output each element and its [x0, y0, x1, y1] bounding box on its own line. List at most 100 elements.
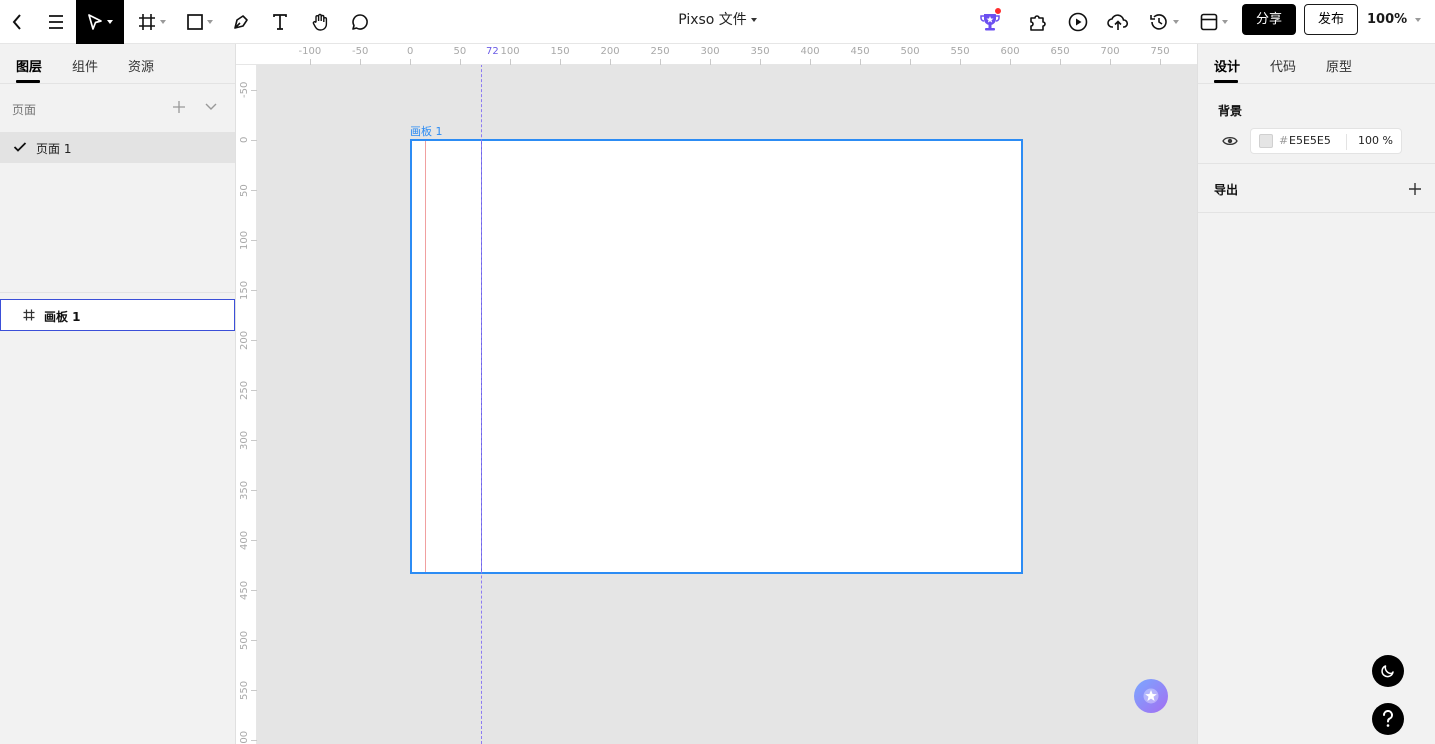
share-button[interactable]: 分享	[1242, 4, 1296, 35]
vertical-ruler[interactable]: -50 0 50 100 150 200 250 300 350 400 450 500 550 600	[236, 65, 257, 744]
ruler-tick-label: 100	[500, 46, 520, 57]
help-button[interactable]	[1372, 703, 1404, 735]
upload-button[interactable]	[1104, 0, 1132, 44]
document-title[interactable]: Pixso 文件	[678, 12, 747, 28]
back-button[interactable]	[4, 0, 30, 44]
add-page-icon[interactable]	[171, 99, 187, 115]
ruler-tick-label: 150	[550, 46, 570, 57]
checkmark-icon	[13, 142, 27, 152]
field-separator	[1346, 134, 1347, 150]
notification-dot	[994, 7, 1002, 15]
ruler-tick-label: 450	[239, 580, 250, 600]
play-icon	[1068, 12, 1088, 32]
page-item[interactable]: 页面 1	[0, 132, 235, 163]
comment-icon	[352, 14, 368, 30]
hand-tool-button[interactable]	[306, 0, 334, 44]
ruler-tick-label: 450	[850, 46, 870, 57]
ruler-tick-label: 550	[239, 680, 250, 700]
chevron-down-icon[interactable]	[750, 18, 757, 22]
tab-code[interactable]: 代码	[1270, 56, 1296, 75]
zoom-level[interactable]: 100%	[1367, 0, 1407, 40]
opacity-value[interactable]: 100 %	[1358, 134, 1393, 147]
ruler-tick-label: 150	[239, 280, 250, 300]
hex-value[interactable]: E5E5E5	[1289, 134, 1331, 147]
tab-design[interactable]: 设计	[1214, 56, 1240, 75]
ruler-tick-label: 0	[239, 136, 250, 143]
layout-icon	[1200, 13, 1218, 31]
plugins-button[interactable]	[1024, 0, 1052, 44]
layer-item-label: 画板 1	[44, 310, 81, 324]
add-export-icon[interactable]	[1408, 182, 1422, 196]
present-button[interactable]	[1064, 0, 1092, 44]
top-toolbar: Pixso 文件 分享 发布 100%	[0, 0, 1435, 44]
comment-tool-button[interactable]	[346, 0, 374, 44]
pixso-app: Pixso 文件 分享 发布 100% 图层 组件 资源 页面 页面 1 画板 …	[0, 0, 1435, 744]
ruler-tick-label: 250	[650, 46, 670, 57]
frame-icon	[139, 14, 155, 30]
ruler-tick-label: 500	[239, 630, 250, 650]
ruler-tick-label: 700	[1100, 46, 1120, 57]
chevron-down-icon[interactable]	[1415, 18, 1421, 22]
move-tool-button[interactable]	[76, 0, 124, 44]
chevron-down-icon	[107, 20, 113, 24]
pen-tool-button[interactable]	[228, 0, 254, 44]
tab-assets[interactable]: 资源	[128, 56, 154, 75]
ai-assistant-button[interactable]	[1134, 679, 1168, 713]
ruler-tick-label: 500	[900, 46, 920, 57]
active-tab-indicator	[16, 80, 40, 83]
shape-tool-button[interactable]	[182, 0, 218, 44]
question-mark-icon	[1383, 710, 1393, 727]
publish-button[interactable]: 发布	[1304, 4, 1358, 35]
frame-tool-button[interactable]	[134, 0, 170, 44]
panel-divider	[0, 292, 235, 293]
ruler-tick-label: -100	[298, 46, 322, 57]
color-swatch[interactable]	[1259, 134, 1273, 148]
chevron-left-icon	[12, 14, 21, 30]
right-panel-tabs: 设计 代码 原型	[1198, 44, 1435, 84]
chevron-down-icon	[1222, 20, 1228, 24]
history-button[interactable]	[1146, 0, 1182, 44]
artboard-frame[interactable]	[410, 139, 1023, 574]
guide-position-label: 72	[486, 46, 499, 57]
tab-prototype[interactable]: 原型	[1326, 56, 1352, 75]
trophy-button[interactable]	[976, 0, 1004, 44]
layout-button[interactable]	[1196, 0, 1232, 44]
rectangle-icon	[187, 14, 203, 30]
canvas[interactable]: 画板 1	[257, 65, 1197, 744]
frame-title-label[interactable]: 画板 1	[410, 123, 443, 139]
guide-line-dashed[interactable]	[481, 65, 482, 744]
ruler-tick-label: -50	[352, 46, 369, 57]
dark-mode-button[interactable]	[1372, 655, 1404, 687]
ruler-tick-label: -50	[239, 81, 250, 98]
tab-layers[interactable]: 图层	[16, 56, 42, 75]
puzzle-icon	[1030, 15, 1046, 31]
hand-icon	[312, 13, 328, 31]
background-color-field[interactable]: # E5E5E5 100 %	[1250, 128, 1402, 154]
ruler-tick-label: 600	[1000, 46, 1020, 57]
ruler-tick-label: 550	[950, 46, 970, 57]
layer-item[interactable]: 画板 1	[0, 299, 235, 331]
ruler-tick-label: 650	[1050, 46, 1070, 57]
ruler-tick-label: 300	[239, 430, 250, 450]
main-menu-button[interactable]	[42, 0, 70, 44]
ruler-tick-label: 400	[800, 46, 820, 57]
right-panel: 设计 代码 原型 背景 # E5E5E5 100 % 导出	[1197, 44, 1435, 744]
chevron-down-icon	[207, 20, 213, 24]
ruler-tick-label: 0	[407, 46, 414, 57]
background-section-title: 背景	[1218, 104, 1243, 118]
frame-icon	[23, 309, 35, 321]
pages-header: 页面	[0, 84, 235, 132]
chevron-down-icon[interactable]	[204, 102, 218, 112]
ruler-tick-label: 200	[239, 330, 250, 350]
page-item-label: 页面 1	[36, 142, 72, 156]
pen-icon	[234, 15, 248, 29]
ruler-tick-label: 200	[600, 46, 620, 57]
tab-components[interactable]: 组件	[72, 56, 98, 75]
pointer-icon	[88, 14, 102, 30]
horizontal-ruler[interactable]: -100 -50 0 50 100 150 200 250 300 350 400 450 500 550…	[236, 44, 1197, 65]
text-tool-button[interactable]	[268, 0, 292, 44]
red-guide-line	[425, 141, 426, 572]
pages-label: 页面	[12, 103, 37, 117]
eye-icon[interactable]	[1222, 135, 1238, 147]
star-icon	[1143, 688, 1159, 704]
